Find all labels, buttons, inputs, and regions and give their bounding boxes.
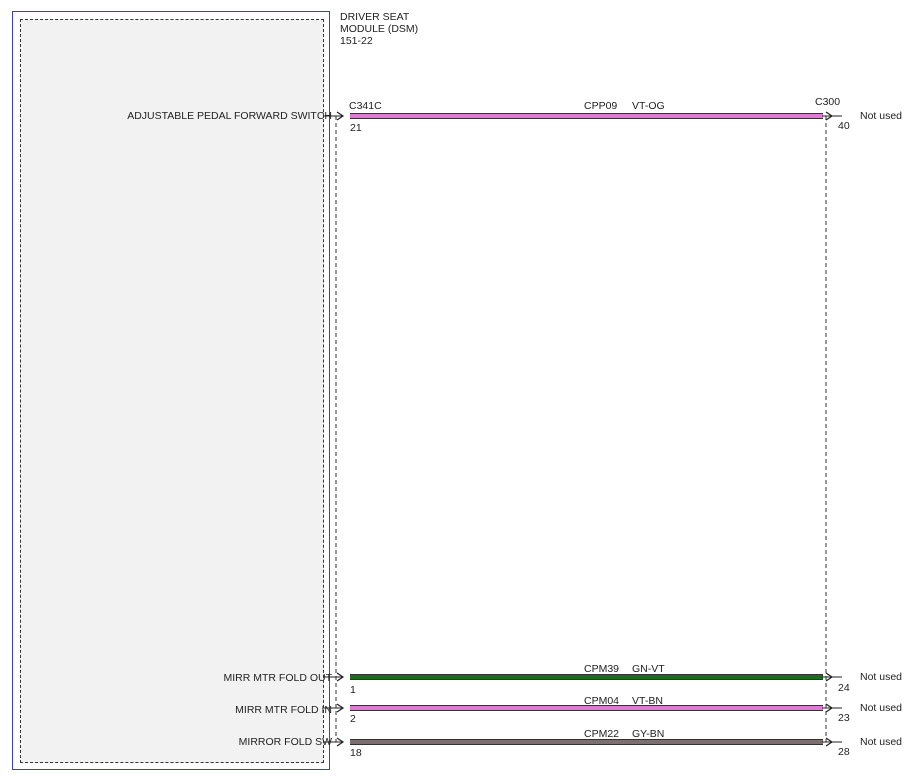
circuit-id-label: CPM04 (584, 695, 620, 707)
status-label: Not used (860, 110, 903, 122)
wire-color-label: GY-BN (632, 728, 665, 740)
function-label-fold-out: MIRR MTR FOLD OUT (223, 672, 333, 684)
left-pin-number: 2 (350, 713, 356, 725)
right-connector-label: C300 (815, 96, 841, 108)
left-pin-number: 21 (350, 122, 362, 134)
wire-color-label: VT-BN (632, 695, 663, 707)
left-pin-number: 1 (350, 684, 356, 696)
circuit-id-label: CPM22 (584, 728, 620, 740)
circuit-id-label: CPM39 (584, 663, 620, 675)
left-pin-number: 18 (350, 747, 362, 759)
right-pin-number: 40 (838, 120, 850, 132)
wire (350, 740, 823, 744)
right-pin-number: 23 (838, 712, 850, 724)
wire-color-label: VT-OG (632, 100, 665, 112)
status-label: Not used (860, 671, 903, 683)
status-label: Not used (860, 736, 903, 748)
wires-group (324, 111, 842, 747)
circuit-id-label: CPP09 (584, 100, 618, 112)
left-connector-label: C341C (349, 100, 382, 112)
right-pin-number: 24 (838, 682, 850, 694)
status-label: Not used (860, 702, 903, 714)
right-pin-number: 28 (838, 746, 850, 758)
function-label-pedal-forward: ADJUSTABLE PEDAL FORWARD SWITCH (127, 110, 332, 122)
function-label-fold-in: MIRR MTR FOLD IN (235, 704, 332, 716)
wire (350, 114, 823, 118)
wire (350, 675, 823, 679)
function-label-mirror-fold-sw: MIRROR FOLD SW (238, 736, 332, 748)
wire-color-label: GN-VT (632, 663, 665, 675)
